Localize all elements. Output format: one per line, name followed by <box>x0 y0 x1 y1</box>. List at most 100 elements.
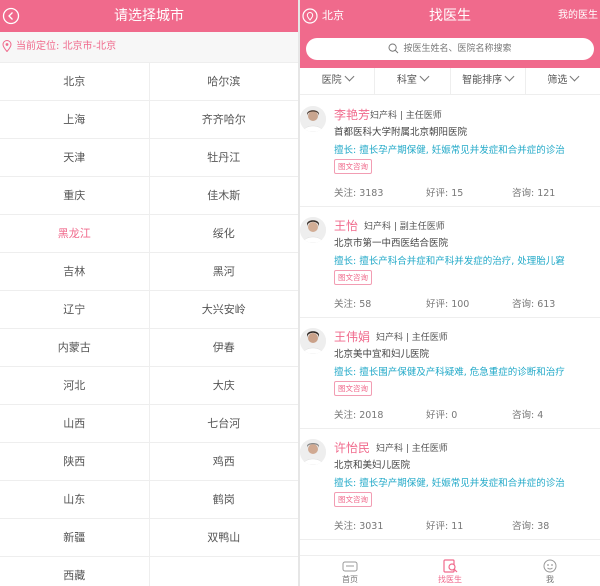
city-item[interactable]: 天津 <box>0 139 150 176</box>
consult-tag[interactable]: 图文咨询 <box>334 381 372 396</box>
stat-consult: 咨询: 38 <box>512 521 550 532</box>
city-item[interactable]: 鸡西 <box>150 443 299 480</box>
doctor-hospital: 首都医科大学附属北京朝阳医院 <box>334 127 468 138</box>
city-row: 山东 鹤岗 <box>0 481 298 519</box>
city-item[interactable]: 伊春 <box>150 329 299 366</box>
city-item[interactable]: 陕西 <box>0 443 150 480</box>
tab-find-doctor[interactable]: 找医生 <box>400 556 500 586</box>
consult-tag[interactable]: 图文咨询 <box>334 159 372 174</box>
city-item[interactable]: 辽宁 <box>0 291 150 328</box>
city-item[interactable]: 河北 <box>0 367 150 404</box>
consult-tag[interactable]: 图文咨询 <box>334 492 372 507</box>
page-title: 找医生 <box>429 8 471 24</box>
doctor-card[interactable]: 许怡民 妇产科 | 主任医师 北京和美妇儿医院 擅长: 擅长孕产期保健, 妊娠常… <box>300 429 600 540</box>
doctor-avatar <box>300 106 326 132</box>
city-row: 内蒙古 伊春 <box>0 329 298 367</box>
city-item[interactable]: 大兴安岭 <box>150 291 299 328</box>
city-item[interactable]: 佳木斯 <box>150 177 299 214</box>
city-item[interactable]: 内蒙古 <box>0 329 150 366</box>
filter-hospital[interactable]: 医院 <box>300 68 376 94</box>
city-row: 天津 牡丹江 <box>0 139 298 177</box>
city-item[interactable]: 鹤岗 <box>150 481 299 518</box>
city-item[interactable]: 山东 <box>0 481 150 518</box>
current-location[interactable]: 当前定位: 北京市-北京 <box>0 32 298 63</box>
city-row: 北京 哈尔滨 <box>0 63 298 101</box>
chevron-down-icon <box>569 71 580 82</box>
city-item[interactable]: 西藏 <box>0 557 150 586</box>
doctor-department: 妇产科 | 副主任医师 <box>364 222 445 232</box>
city-row: 河北 大庆 <box>0 367 298 405</box>
city-item[interactable]: 重庆 <box>0 177 150 214</box>
city-row: 山西 七台河 <box>0 405 298 443</box>
doctor-card[interactable]: 王伟娟 妇产科 | 主任医师 北京美中宜和妇儿医院 擅长: 擅长围产保健及产科疑… <box>300 318 600 429</box>
filter-bar: 医院 科室 智能排序 筛选 <box>300 68 600 95</box>
city-item[interactable]: 七台河 <box>150 405 299 442</box>
city-item[interactable]: 黑河 <box>150 253 299 290</box>
city-row: 重庆 佳木斯 <box>0 177 298 215</box>
find-doctor-icon <box>443 559 458 573</box>
filter-sort[interactable]: 智能排序 <box>451 68 526 94</box>
filter-label: 医院 <box>321 75 342 86</box>
city-item[interactable]: 双鸭山 <box>150 519 299 556</box>
city-item-empty <box>150 557 299 586</box>
stat-consult: 咨询: 4 <box>512 410 544 421</box>
tab-label: 找医生 <box>438 575 462 584</box>
page-title: 请选择城市 <box>114 8 184 24</box>
search-placeholder: 按医生姓名、医院名称搜索 <box>403 44 512 54</box>
city-item[interactable]: 山西 <box>0 405 150 442</box>
filter-department[interactable]: 科室 <box>375 68 451 94</box>
stat-follow: 关注: 3183 <box>334 188 384 199</box>
doctor-name: 李艳芳 <box>334 108 371 122</box>
app-screens: 请选择城市 当前定位: 北京市-北京 北京 哈尔滨 上海 齐齐哈尔 天津 牡丹江 <box>0 0 600 586</box>
stat-consult: 咨询: 613 <box>512 299 556 310</box>
chevron-down-icon <box>419 71 430 82</box>
doctor-specialty: 擅长: 擅长产科合并症和产科并发症的治疗, 处理胎儿窘 <box>334 256 565 267</box>
city-item[interactable]: 哈尔滨 <box>150 63 299 100</box>
consult-tag[interactable]: 图文咨询 <box>334 270 372 285</box>
filter-label: 智能排序 <box>462 75 503 86</box>
city-selector-screen: 请选择城市 当前定位: 北京市-北京 北京 哈尔滨 上海 齐齐哈尔 天津 牡丹江 <box>0 0 298 586</box>
city-row: 黑龙江 绥化 <box>0 215 298 253</box>
city-selector-header: 请选择城市 <box>0 0 298 32</box>
stat-rating: 好评: 15 <box>426 188 464 199</box>
city-item[interactable]: 上海 <box>0 101 150 138</box>
tab-label: 我 <box>546 575 554 584</box>
doctor-department: 妇产科 | 主任医师 <box>376 444 448 454</box>
stat-rating: 好评: 11 <box>426 521 464 532</box>
home-icon <box>342 561 358 572</box>
chevron-down-icon <box>344 71 355 82</box>
city-item[interactable]: 牡丹江 <box>150 139 299 176</box>
city-row: 陕西 鸡西 <box>0 443 298 481</box>
doctor-card[interactable]: 李艳芳 妇产科 | 主任医师 首都医科大学附属北京朝阳医院 擅长: 擅长孕产期保… <box>300 96 600 207</box>
doctor-department: 妇产科 | 主任医师 <box>376 333 448 343</box>
filter-label: 筛选 <box>547 75 568 86</box>
city-item[interactable]: 吉林 <box>0 253 150 290</box>
my-doctors-link[interactable]: 我的医生 <box>558 0 598 32</box>
doctor-specialty: 擅长: 擅长孕产期保健, 妊娠常见并发症和合并症的诊治 <box>334 145 565 156</box>
tab-me[interactable]: 我 <box>500 556 600 586</box>
find-doctor-screen: 北京 找医生 我的医生 按医生姓名、医院名称搜索 医院 科室 智能排序 筛选 李… <box>300 0 600 586</box>
city-row: 吉林 黑河 <box>0 253 298 291</box>
stat-follow: 关注: 2018 <box>334 410 384 421</box>
city-item[interactable]: 齐齐哈尔 <box>150 101 299 138</box>
doctor-specialty: 擅长: 擅长孕产期保健, 妊娠常见并发症和合并症的诊治 <box>334 478 565 489</box>
tab-home[interactable]: 首页 <box>300 556 400 586</box>
city-list: 北京 哈尔滨 上海 齐齐哈尔 天津 牡丹江 重庆 佳木斯 黑龙江 绥化 吉林 黑… <box>0 63 298 586</box>
city-row: 上海 齐齐哈尔 <box>0 101 298 139</box>
doctor-card[interactable]: 王怡 妇产科 | 副主任医师 北京市第一中西医结合医院 擅长: 擅长产科合并症和… <box>300 207 600 318</box>
doctor-avatar <box>300 328 326 354</box>
city-item[interactable]: 北京 <box>0 63 150 100</box>
stat-rating: 好评: 0 <box>426 410 458 421</box>
current-location-label: 当前定位: <box>16 41 60 52</box>
chevron-down-icon <box>504 71 515 82</box>
me-icon <box>543 559 557 573</box>
city-item[interactable]: 大庆 <box>150 367 299 404</box>
stat-follow: 关注: 3031 <box>334 521 384 532</box>
filter-screen[interactable]: 筛选 <box>526 68 600 94</box>
search-input[interactable]: 按医生姓名、医院名称搜索 <box>306 38 594 60</box>
location-pin-icon <box>2 40 12 52</box>
doctor-department: 妇产科 | 主任医师 <box>370 111 442 121</box>
city-item[interactable]: 绥化 <box>150 215 299 252</box>
city-item-selected[interactable]: 黑龙江 <box>0 215 150 252</box>
city-item[interactable]: 新疆 <box>0 519 150 556</box>
